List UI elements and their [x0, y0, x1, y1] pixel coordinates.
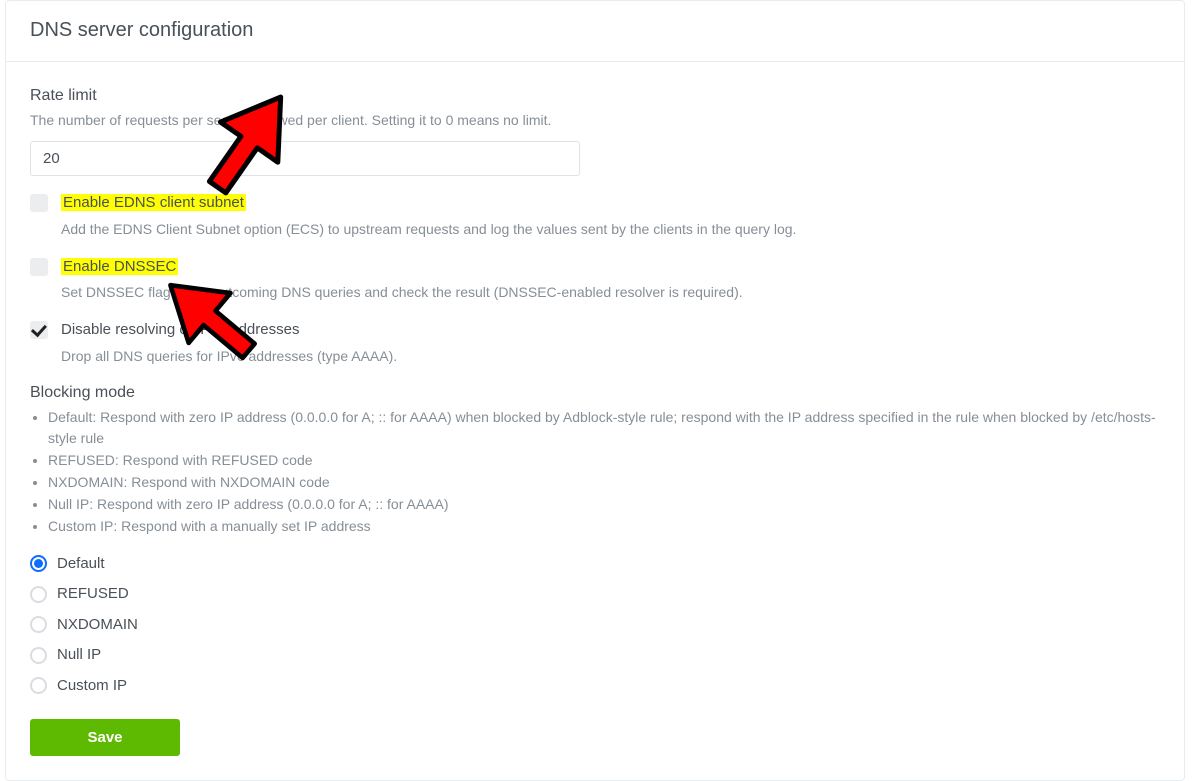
radio-nullip-label: Null IP: [57, 644, 101, 667]
radio-row-refused[interactable]: REFUSED: [30, 579, 1160, 610]
blocking-bullet: Custom IP: Respond with a manually set I…: [48, 516, 1160, 537]
ipv6-desc: Drop all DNS queries for IPv6 addresses …: [61, 346, 1160, 367]
blocking-bullet: Default: Respond with zero IP address (0…: [48, 407, 1160, 449]
ipv6-label[interactable]: Disable resolving of IPv6 addresses: [61, 319, 299, 342]
blocking-mode-title: Blocking mode: [30, 381, 1160, 405]
radio-customip-label: Custom IP: [57, 675, 127, 698]
rate-limit-label: Rate limit: [30, 84, 1160, 108]
radio-nullip[interactable]: [30, 647, 47, 664]
card-title: DNS server configuration: [30, 15, 1160, 45]
edns-checkbox[interactable]: [30, 194, 48, 212]
edns-desc: Add the EDNS Client Subnet option (ECS) …: [61, 219, 1160, 240]
radio-refused-label: REFUSED: [57, 583, 129, 606]
dnssec-checkbox[interactable]: [30, 258, 48, 276]
blocking-bullet: REFUSED: Respond with REFUSED code: [48, 450, 1160, 471]
dnssec-desc: Set DNSSEC flag in the outcoming DNS que…: [61, 282, 1160, 303]
edns-label[interactable]: Enable EDNS client subnet: [61, 192, 246, 215]
radio-customip[interactable]: [30, 677, 47, 694]
radio-default[interactable]: [30, 555, 47, 572]
rate-limit-section: Rate limit The number of requests per se…: [30, 84, 1160, 176]
card-body: Rate limit The number of requests per se…: [6, 62, 1184, 780]
dnssec-label[interactable]: Enable DNSSEC: [61, 256, 178, 279]
radio-row-nxdomain[interactable]: NXDOMAIN: [30, 610, 1160, 641]
ipv6-row: Disable resolving of IPv6 addresses Drop…: [30, 319, 1160, 367]
blocking-mode-desc-list: Default: Respond with zero IP address (0…: [30, 407, 1160, 537]
ipv6-checkbox[interactable]: [30, 321, 48, 339]
radio-refused[interactable]: [30, 586, 47, 603]
rate-limit-help: The number of requests per second allowe…: [30, 110, 1160, 131]
card-header: DNS server configuration: [6, 1, 1184, 62]
radio-row-default[interactable]: Default: [30, 549, 1160, 580]
blocking-bullet: Null IP: Respond with zero IP address (0…: [48, 494, 1160, 515]
radio-row-nullip[interactable]: Null IP: [30, 640, 1160, 671]
blocking-mode-radio-group: Default REFUSED NXDOMAIN Null IP Custom …: [30, 549, 1160, 702]
save-button[interactable]: Save: [30, 719, 180, 756]
radio-nxdomain[interactable]: [30, 616, 47, 633]
dnssec-row: Enable DNSSEC Set DNSSEC flag in the out…: [30, 256, 1160, 304]
edns-row: Enable EDNS client subnet Add the EDNS C…: [30, 192, 1160, 240]
rate-limit-input[interactable]: [30, 141, 580, 176]
radio-nxdomain-label: NXDOMAIN: [57, 614, 138, 637]
radio-default-label: Default: [57, 553, 105, 576]
radio-row-customip[interactable]: Custom IP: [30, 671, 1160, 702]
blocking-bullet: NXDOMAIN: Respond with NXDOMAIN code: [48, 472, 1160, 493]
dns-config-card: DNS server configuration Rate limit The …: [5, 0, 1185, 781]
